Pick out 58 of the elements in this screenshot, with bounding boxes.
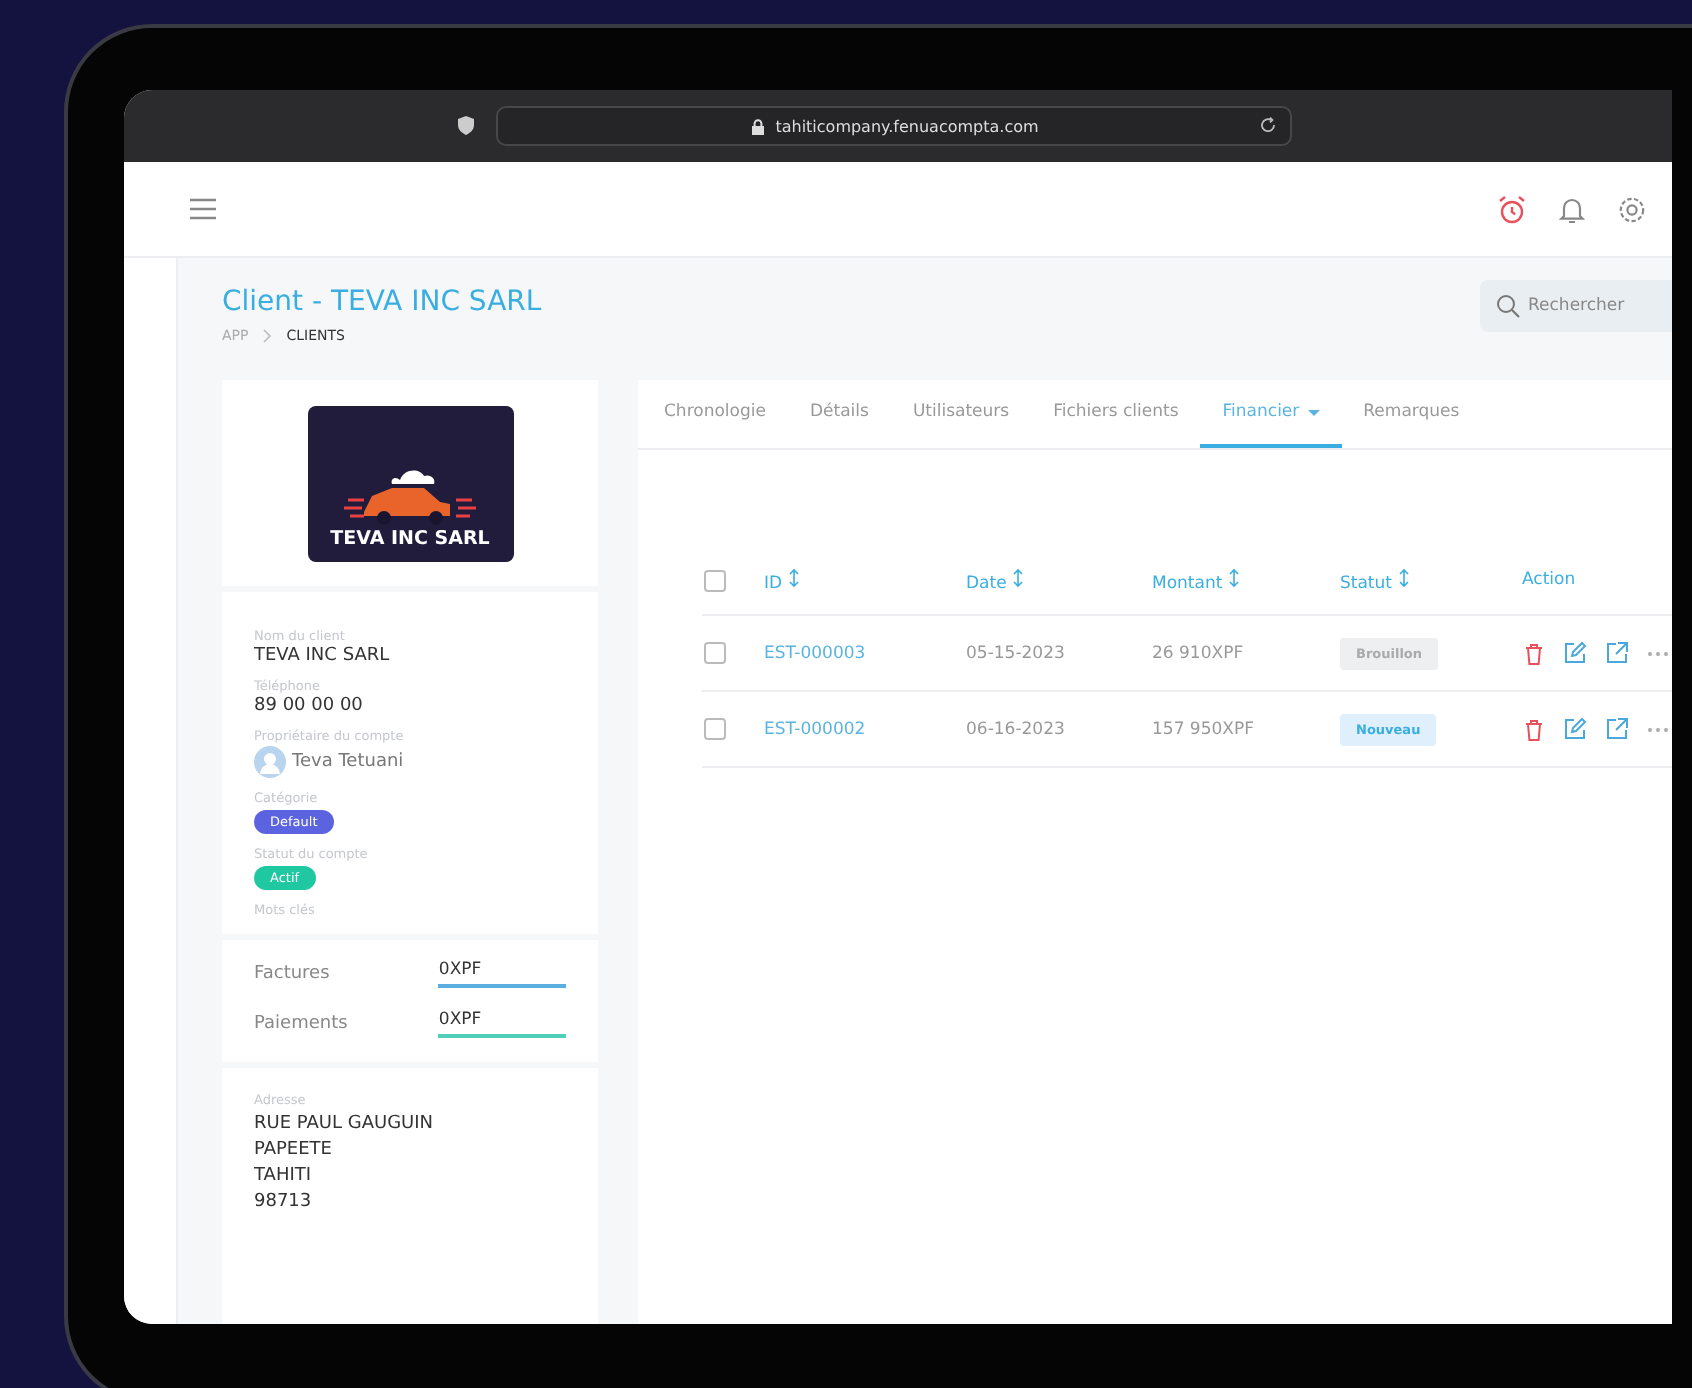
owner-name: Teva Tetuani <box>292 752 404 772</box>
avatar-icon <box>254 746 286 778</box>
menu-icon[interactable] <box>188 194 218 224</box>
more-icon[interactable] <box>1646 647 1670 659</box>
amount-cell: 157 950XPF <box>1152 719 1254 739</box>
trash-icon[interactable] <box>1522 717 1546 741</box>
bell-icon[interactable] <box>1556 193 1588 225</box>
checkbox[interactable] <box>704 642 726 664</box>
more-icon[interactable] <box>1646 723 1670 735</box>
column-header[interactable]: Date <box>966 573 1007 593</box>
field-value: TEVA INC SARL <box>254 646 392 666</box>
alarm-clock-icon[interactable] <box>1496 193 1528 225</box>
search-icon <box>1496 294 1520 318</box>
address-line: RUE PAUL GAUGUIN <box>254 1114 436 1134</box>
amount-cell: 26 910XPF <box>1152 643 1244 663</box>
tab[interactable]: Utilisateurs <box>890 380 1032 448</box>
logo-text: TEVA INC SARL <box>330 527 490 549</box>
estimate-link[interactable]: EST-000003 <box>764 643 866 663</box>
sort-icon[interactable] <box>1012 567 1025 587</box>
address-line: 98713 <box>254 1192 314 1212</box>
total-value: 0XPF <box>438 1010 566 1038</box>
edit-icon[interactable] <box>1562 716 1588 742</box>
page-title: Client - TEVA INC SARL <box>222 286 542 318</box>
address-line: PAPEETE <box>254 1140 334 1160</box>
tab[interactable]: Détails <box>787 380 891 448</box>
search-field[interactable]: Rechercher <box>1480 280 1672 332</box>
trash-icon[interactable] <box>1522 641 1546 665</box>
total-value: 0XPF <box>438 960 566 988</box>
sort-icon[interactable] <box>787 567 800 587</box>
external-link-icon[interactable] <box>1604 716 1630 742</box>
column-header[interactable]: ID <box>764 573 783 593</box>
edit-icon[interactable] <box>1562 640 1588 666</box>
reload-icon[interactable] <box>1260 116 1278 134</box>
url-text: tahiticompany.fenuacompta.com <box>775 117 1039 135</box>
lock-icon <box>749 117 766 135</box>
checkbox[interactable] <box>704 718 726 740</box>
settings-icon[interactable] <box>1616 193 1648 225</box>
total-label: Factures <box>254 964 332 984</box>
estimate-link[interactable]: EST-000002 <box>764 719 866 739</box>
address-bar[interactable]: tahiticompany.fenuacompta.com <box>496 106 1292 146</box>
tab[interactable]: Financier <box>1200 380 1342 448</box>
sort-icon[interactable] <box>1397 567 1410 587</box>
sort-icon[interactable] <box>1227 567 1240 587</box>
column-header[interactable]: Statut <box>1340 573 1392 593</box>
tab[interactable]: Chronologie <box>642 380 788 448</box>
total-label: Paiements <box>254 1014 350 1034</box>
shield-icon[interactable] <box>456 114 476 138</box>
field-value: 89 00 00 00 <box>254 696 365 716</box>
tab[interactable]: Remarques <box>1341 380 1482 448</box>
date-cell: 06-16-2023 <box>966 719 1065 739</box>
tab[interactable]: Fichiers clients <box>1031 380 1201 448</box>
column-header[interactable]: Action <box>1522 570 1576 590</box>
date-cell: 05-15-2023 <box>966 643 1065 663</box>
column-header[interactable]: Montant <box>1152 573 1223 593</box>
external-link-icon[interactable] <box>1604 640 1630 666</box>
address-line: TAHITI <box>254 1166 314 1186</box>
chevron-icon <box>260 328 275 344</box>
checkbox[interactable] <box>704 569 726 591</box>
